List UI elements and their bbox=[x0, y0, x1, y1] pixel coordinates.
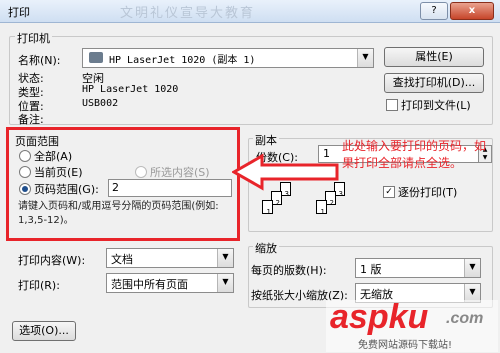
print-what-label: 打印内容(W): bbox=[18, 254, 86, 267]
printer-name-label: 名称(N): bbox=[18, 54, 61, 67]
print-dialog: 打印 文明礼仪宣导大教育 ? x 打印机 名称(N): HP LaserJet … bbox=[0, 0, 500, 353]
close-button[interactable]: x bbox=[450, 2, 494, 20]
printer-icon bbox=[89, 52, 103, 63]
print-to-file-checkbox[interactable] bbox=[386, 99, 398, 111]
chevron-down-icon: ▼ bbox=[357, 49, 373, 67]
current-page-radio[interactable] bbox=[19, 166, 31, 178]
chevron-down-icon: ▼ bbox=[217, 249, 233, 267]
page-range-value: 2 bbox=[112, 181, 119, 194]
collate-page-icon: 1 bbox=[316, 200, 327, 216]
page-range-group-label: 页面范围 bbox=[15, 135, 59, 148]
print-what-value: 文档 bbox=[111, 253, 133, 266]
printer-name-select[interactable]: HP LaserJet 1020 (副本 1) ▼ bbox=[82, 48, 374, 68]
pages-per-sheet-value: 1 版 bbox=[360, 263, 382, 276]
copies-group-label: 副本 bbox=[253, 132, 279, 148]
chevron-down-icon: ▼ bbox=[217, 274, 233, 292]
chevron-down-icon: ▼ bbox=[464, 259, 480, 277]
selection-label: 所选内容(S) bbox=[150, 166, 210, 179]
pages-per-sheet-select[interactable]: 1 版 ▼ bbox=[355, 258, 481, 278]
collate-page-icon: 1 bbox=[262, 200, 273, 216]
help-button[interactable]: ? bbox=[420, 2, 448, 20]
page-range-input[interactable]: 2 bbox=[108, 179, 232, 197]
background-window-title: 文明礼仪宣导大教育 bbox=[120, 6, 256, 21]
collate-checkbox[interactable]: ✓ bbox=[383, 186, 395, 198]
annotation-arrow-icon bbox=[232, 153, 339, 191]
properties-button[interactable]: 属性(E) bbox=[384, 47, 484, 67]
watermark-subtitle: 免费网站源码下载站! bbox=[358, 340, 453, 351]
page-range-radio[interactable] bbox=[19, 183, 31, 195]
title-bar: 打印 文明礼仪宣导大教育 ? x bbox=[0, 0, 500, 23]
all-pages-label: 全部(A) bbox=[34, 150, 73, 163]
comment-label: 备注: bbox=[18, 113, 44, 126]
watermark-brand: aspku bbox=[330, 298, 429, 336]
all-pages-radio[interactable] bbox=[19, 150, 31, 162]
watermark-tld: .com bbox=[446, 310, 484, 327]
find-printer-button[interactable]: 查找打印机(D)... bbox=[384, 73, 484, 93]
page-range-label: 页码范围(G): bbox=[34, 183, 99, 196]
print-selection-value: 范围中所有页面 bbox=[111, 278, 188, 291]
printer-name-value: HP LaserJet 1020 (副本 1) bbox=[109, 55, 256, 66]
watermark: aspku .com 免费网站源码下载站! bbox=[326, 298, 498, 352]
page-range-hint: 请键入页码和/或用逗号分隔的页码范围(例如: 1,3,5-12)。 bbox=[18, 201, 219, 226]
where-value: USB002 bbox=[82, 98, 119, 109]
type-value: HP LaserJet 1020 bbox=[82, 84, 179, 95]
printer-group-label: 打印机 bbox=[15, 30, 52, 46]
pages-per-sheet-label: 每页的版数(H): bbox=[251, 264, 327, 277]
print-selection-select[interactable]: 范围中所有页面 ▼ bbox=[106, 273, 234, 293]
selection-radio[interactable] bbox=[135, 166, 147, 178]
window-title: 打印 bbox=[8, 6, 30, 19]
options-button[interactable]: 选项(O)... bbox=[12, 321, 76, 341]
print-what-select[interactable]: 文档 ▼ bbox=[106, 248, 234, 268]
annotation-text: 此处输入要打印的页码，如果打印全部请点全选。 bbox=[342, 139, 487, 170]
collate-label: 逐份打印(T) bbox=[398, 186, 458, 199]
zoom-group-label: 缩放 bbox=[253, 240, 279, 256]
print-to-file-label: 打印到文件(L) bbox=[401, 99, 471, 112]
print-selection-label: 打印(R): bbox=[18, 279, 60, 292]
current-page-label: 当前页(E) bbox=[34, 166, 83, 179]
